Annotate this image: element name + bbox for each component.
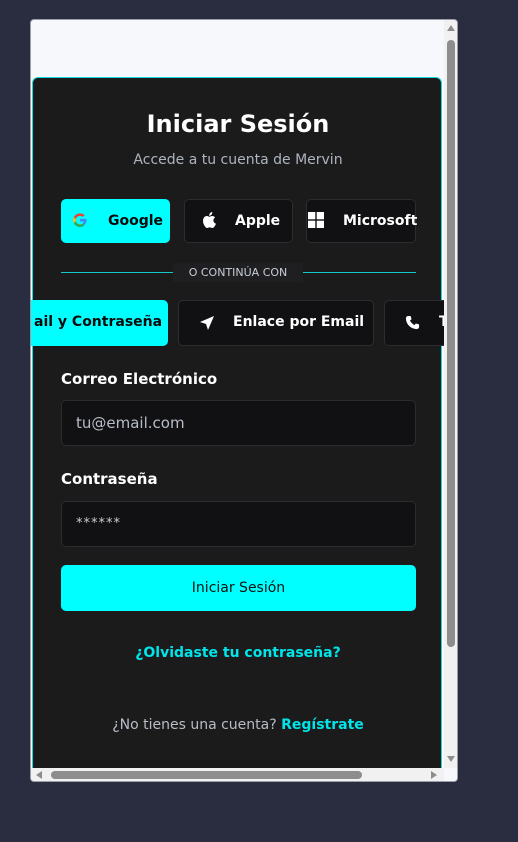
apple-label: Apple	[235, 213, 281, 229]
apple-button[interactable]: Apple	[184, 199, 293, 243]
vertical-scrollbar[interactable]	[444, 20, 457, 769]
microsoft-label: Microsoft	[343, 213, 418, 229]
register-link[interactable]: Regístrate	[281, 717, 364, 733]
vertical-scroll-thumb[interactable]	[447, 40, 455, 647]
browser-frame: Iniciar Sesión Accede a tu cuenta de Mer…	[30, 19, 458, 782]
tab-magic-link-label: Enlace por Email	[233, 314, 365, 330]
send-icon	[199, 315, 215, 335]
login-card: Iniciar Sesión Accede a tu cuenta de Mer…	[31, 77, 444, 769]
google-icon	[72, 212, 88, 232]
tab-email-password[interactable]: ail y Contraseña	[31, 300, 168, 346]
tab-magic-link[interactable]: Enlace por Email	[178, 300, 374, 346]
email-input[interactable]	[61, 400, 416, 446]
no-account-text: ¿No tienes una cuenta?	[112, 717, 282, 733]
horizontal-scrollbar[interactable]	[31, 768, 444, 781]
signup-text: ¿No tienes una cuenta? Regístrate	[33, 717, 443, 733]
scroll-right-arrow-icon[interactable]	[431, 771, 437, 779]
horizontal-scroll-thumb[interactable]	[51, 771, 362, 779]
password-label: Contraseña	[61, 470, 158, 488]
scroll-left-arrow-icon[interactable]	[36, 771, 42, 779]
forgot-password-link[interactable]: ¿Olvidaste tu contraseña?	[33, 645, 443, 661]
scrollbar-corner	[444, 768, 457, 781]
email-label: Correo Electrónico	[61, 370, 218, 388]
tab-phone[interactable]: T	[384, 300, 444, 346]
page-subtitle: Accede a tu cuenta de Mervin	[133, 152, 343, 168]
scroll-down-arrow-icon[interactable]	[447, 756, 455, 762]
google-label: Google	[108, 213, 164, 229]
apple-icon	[202, 212, 216, 232]
page-title: Iniciar Sesión	[146, 110, 330, 138]
divider-line-right	[303, 272, 416, 273]
divider-line-left	[61, 272, 173, 273]
scroll-up-arrow-icon[interactable]	[447, 25, 455, 31]
login-submit-button[interactable]: Iniciar Sesión	[61, 565, 416, 611]
divider-text: O CONTINÚA CON	[173, 263, 303, 282]
microsoft-button[interactable]: Microsoft	[306, 199, 418, 243]
microsoft-icon	[308, 212, 324, 232]
viewport: Iniciar Sesión Accede a tu cuenta de Mer…	[31, 20, 444, 769]
password-input[interactable]: ******	[61, 501, 416, 547]
phone-icon	[405, 315, 420, 334]
google-button[interactable]: Google	[61, 199, 170, 243]
tab-email-password-label: ail y Contraseña	[34, 314, 163, 330]
